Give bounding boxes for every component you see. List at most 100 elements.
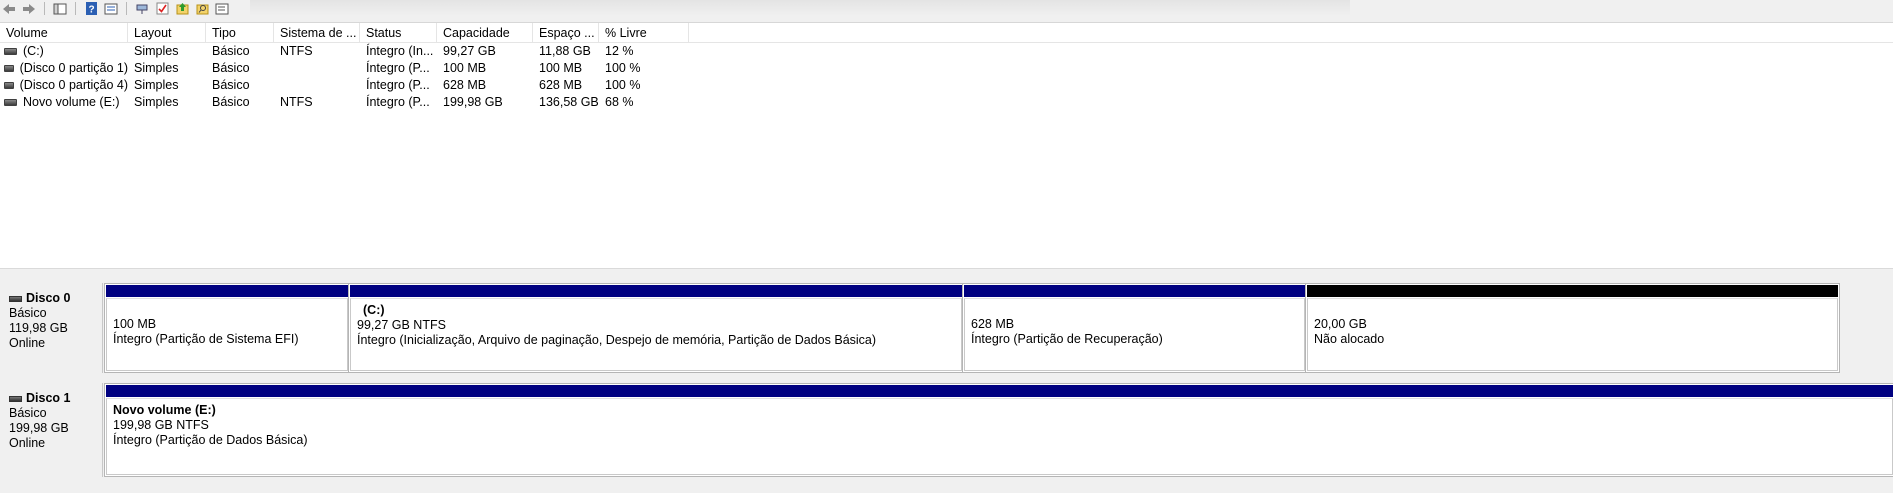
header-file-system[interactable]: Sistema de ... [274,23,360,42]
connect-icon[interactable] [133,1,151,16]
free-space-cell: 11,88 GB [539,44,591,58]
tipo-cell: Básico [212,44,250,58]
percent-free-cell: 100 % [605,78,641,92]
toolbar-separator [126,2,127,15]
partition-size: 199,98 GB NTFS [113,418,209,432]
partition-size: 628 MB [971,317,1015,331]
tipo-cell: Básico [212,61,250,75]
volume-label: (Disco 0 partição 1) [19,61,128,75]
layout-cell: Simples [134,61,179,75]
free-space-cell: 136,58 GB [539,95,599,109]
volume-icon [4,65,14,72]
properties-icon[interactable] [102,1,120,16]
free-space-cell: 628 MB [539,78,583,92]
header-status[interactable]: Status [360,23,437,42]
header-percent-free[interactable]: % Livre [599,23,689,42]
table-row[interactable]: (Disco 0 partição 1) Simples Básico Ínte… [0,60,1893,77]
fs-cell: NTFS [280,44,313,58]
volume-cell: (C:) [0,43,128,60]
volume-icon [4,82,14,89]
partition-status: Íntegro (Partição de Sistema EFI) [113,332,299,346]
header-volume[interactable]: Volume [0,23,128,42]
disk-0-size: 119,98 GB [9,321,68,335]
disk-1-info[interactable]: Disco 1 Básico 199,98 GB Online [0,383,103,477]
check-icon[interactable] [153,1,171,16]
partition-bar [1307,285,1838,297]
volume-cell: (Disco 0 partição 1) [0,60,128,77]
disk-1-size: 199,98 GB [9,421,69,435]
partition-title: Novo volume (E:) [113,403,216,417]
disk-1-type: Básico [9,406,47,420]
partition-recovery[interactable]: 628 MB Íntegro (Partição de Recuperação) [962,283,1307,373]
header-layout[interactable]: Layout [128,23,206,42]
partition-e[interactable]: Novo volume (E:) 199,98 GB NTFS Íntegro … [104,383,1893,477]
partition-status: Íntegro (Partição de Recuperação) [971,332,1163,346]
fs-cell [274,60,360,77]
volume-label: (Disco 0 partição 4) [19,78,128,92]
toolbar-separator [75,2,76,15]
header-tipo[interactable]: Tipo [206,23,274,42]
help-icon[interactable]: ? [82,1,100,16]
layout-cell: Simples [134,44,179,58]
partition-title: (C:) [363,303,385,317]
status-cell: Íntegro (In... [366,44,434,58]
list-header: Volume Layout Tipo Sistema de ... Status… [0,23,1893,43]
forward-icon[interactable] [20,1,38,16]
view-icon[interactable] [213,1,231,16]
status-cell: Íntegro (P... [366,78,430,92]
header-free-space[interactable]: Espaço ... [533,23,599,42]
volume-cell: Novo volume (E:) [0,94,128,111]
tipo-cell: Básico [212,78,250,92]
volume-icon [4,99,17,106]
header-capacity[interactable]: Capacidade [437,23,533,42]
partition-body: 628 MB Íntegro (Partição de Recuperação) [964,298,1305,371]
partition-status: Íntegro (Inicialização, Arquivo de pagin… [357,333,877,347]
partition-size: 99,27 GB NTFS [357,318,446,332]
partition-bar [106,285,348,297]
volume-label: Novo volume (E:) [23,95,120,109]
capacity-cell: 628 MB [443,78,487,92]
table-row[interactable]: (Disco 0 partição 4) Simples Básico Ínte… [0,77,1893,94]
disk-0-info[interactable]: Disco 0 Básico 119,98 GB Online [0,283,103,373]
fs-cell [274,77,360,94]
percent-free-cell: 12 % [605,44,634,58]
partition-size: 100 MB [113,317,157,331]
table-row[interactable]: (C:) Simples Básico NTFS Íntegro (In... … [0,43,1893,60]
partition-body: 100 MB Íntegro (Partição de Sistema EFI) [106,298,348,371]
toolbar: ? [0,0,1893,17]
table-row[interactable]: Novo volume (E:) Simples Básico NTFS Ínt… [0,94,1893,111]
toolbar-separator [44,2,45,15]
up-arrow-icon[interactable] [173,1,191,16]
partition-status: Íntegro (Partição de Dados Básica) [113,433,308,447]
partition-bar [350,285,962,297]
disk-0-type: Básico [9,306,47,320]
fs-cell: NTFS [280,95,313,109]
partition-bar [106,385,1893,397]
disk-1-name: Disco 1 [26,391,71,405]
partition-efi[interactable]: 100 MB Íntegro (Partição de Sistema EFI) [104,283,350,373]
console-tree-icon[interactable] [51,1,69,16]
svg-text:?: ? [88,5,94,16]
disk-1-name-line: Disco 1 [9,391,102,406]
layout-cell: Simples [134,78,179,92]
search-icon[interactable] [193,1,211,16]
partition-unallocated[interactable]: 20,00 GB Não alocado [1305,283,1840,373]
disk-icon [9,395,22,402]
disk-0-name: Disco 0 [26,291,71,305]
status-cell: Íntegro (P... [366,61,430,75]
free-space-cell: 100 MB [539,61,583,75]
partition-status: Não alocado [1314,332,1385,346]
capacity-cell: 100 MB [443,61,487,75]
status-cell: Íntegro (P... [366,95,430,109]
disk-1-row: Disco 1 Básico 199,98 GB Online Novo vol… [0,383,1893,477]
back-icon[interactable] [0,1,18,16]
partition-size: 20,00 GB [1314,317,1367,331]
partition-c[interactable]: (C:) 99,27 GB NTFS Íntegro (Inicializaçã… [348,283,964,373]
volume-label: (C:) [23,44,44,58]
capacity-cell: 99,27 GB [443,44,496,58]
volume-list[interactable]: Volume Layout Tipo Sistema de ... Status… [0,22,1893,268]
disk-graphical-view: Disco 0 Básico 119,98 GB Online 100 MB Í… [0,268,1893,493]
percent-free-cell: 68 % [605,95,634,109]
disk-1-state: Online [9,436,46,450]
disk-0-row: Disco 0 Básico 119,98 GB Online 100 MB Í… [0,283,1893,373]
